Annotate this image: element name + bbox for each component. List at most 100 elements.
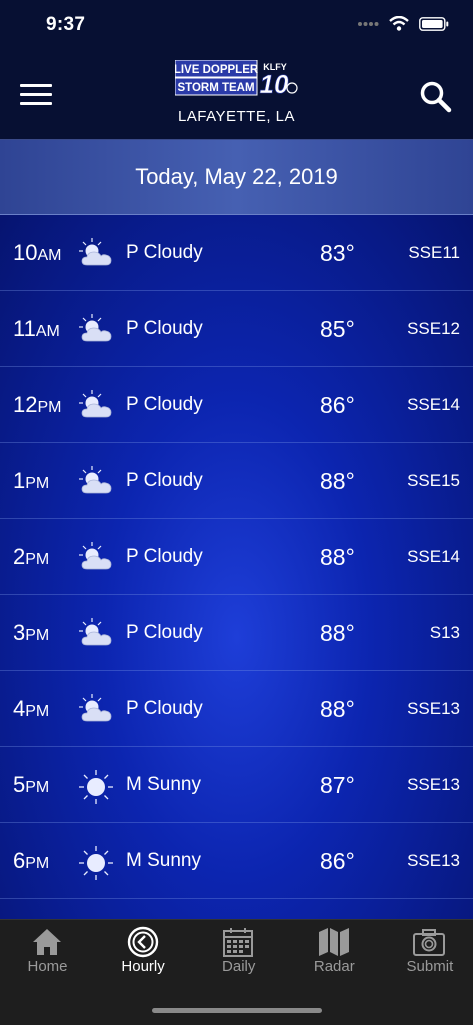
hour-ampm: PM	[25, 703, 50, 720]
tab-daily[interactable]: Daily	[191, 920, 286, 990]
hour-label: 3PM	[13, 620, 49, 646]
condition-label: P Cloudy	[126, 242, 203, 263]
wind-label: SSE14	[407, 547, 460, 566]
wind-label: SSE15	[407, 471, 460, 490]
clock-icon	[126, 926, 160, 958]
hourly-row[interactable]: 11AM P Cloudy 85° SSE12	[0, 291, 473, 367]
temperature: 88°	[320, 620, 355, 646]
menu-button[interactable]	[20, 84, 52, 108]
hour-label: 1PM	[13, 468, 49, 494]
hour-number: 5	[13, 772, 26, 797]
hour-ampm: AM	[37, 247, 62, 264]
partly-cloudy-icon	[78, 313, 114, 345]
hourly-row[interactable]: 4PM P Cloudy 88° SSE13	[0, 671, 473, 747]
wind-label: SSE13	[407, 775, 460, 794]
hour-number: 1	[13, 468, 26, 493]
hour-label: 2PM	[13, 544, 49, 570]
hourly-row[interactable]: 2PM P Cloudy 88° SSE14	[0, 519, 473, 595]
temperature: 88°	[320, 696, 355, 722]
hourly-row[interactable]: 12PM P Cloudy 86° SSE14	[0, 367, 473, 443]
tab-label: Submit	[406, 958, 454, 975]
partly-cloudy-icon	[78, 693, 114, 725]
wind-label: SSE13	[407, 851, 460, 870]
hour-number: 6	[13, 848, 26, 873]
hourly-row[interactable]: 5PM M Sunny 87° SSE13	[0, 747, 473, 823]
hourly-row[interactable]: 1PM P Cloudy 88° SSE15	[0, 443, 473, 519]
temperature: 88°	[320, 544, 355, 570]
date-header: Today, May 22, 2019	[0, 140, 473, 215]
hour-number: 12	[13, 392, 38, 417]
hamburger-icon-line	[20, 93, 52, 96]
camera-icon	[412, 926, 446, 958]
hour-number: 11	[13, 316, 36, 341]
station-logo: LIVE DOPPLER STORM TEAM KLFY 10	[175, 60, 298, 96]
search-icon	[420, 81, 452, 113]
condition-label: P Cloudy	[126, 394, 203, 415]
hour-ampm: PM	[37, 399, 62, 416]
temperature: 83°	[320, 240, 355, 266]
calendar-icon	[221, 926, 255, 958]
condition-label: P Cloudy	[126, 318, 203, 339]
condition-label: P Cloudy	[126, 546, 203, 567]
hour-number: 4	[13, 696, 26, 721]
condition-label: P Cloudy	[126, 622, 203, 643]
hour-label: 4PM	[13, 696, 49, 722]
temperature: 87°	[320, 772, 355, 798]
tab-label: Radar	[313, 958, 355, 975]
hour-ampm: PM	[25, 475, 50, 492]
location-label: LAFAYETTE, LA	[177, 108, 296, 125]
battery-icon	[419, 16, 449, 31]
search-button[interactable]	[419, 80, 453, 114]
map-icon	[317, 926, 351, 958]
hour-ampm: AM	[35, 323, 60, 340]
tab-label: Hourly	[121, 958, 165, 975]
partly-cloudy-icon	[78, 617, 114, 649]
hour-ampm: PM	[25, 627, 50, 644]
hour-label: 6PM	[13, 848, 49, 874]
signal-icon	[358, 21, 379, 26]
condition-label: P Cloudy	[126, 470, 203, 491]
tab-label: Daily	[222, 958, 256, 975]
hour-ampm: PM	[25, 551, 50, 568]
hamburger-icon	[20, 84, 52, 87]
tab-radar[interactable]: Radar	[287, 920, 382, 990]
logo-line1: LIVE DOPPLER	[175, 64, 259, 76]
hour-number: 10	[13, 240, 38, 265]
status-indicators	[357, 16, 449, 31]
partly-cloudy-icon	[78, 237, 114, 269]
logo-line2: STORM TEAM	[177, 82, 254, 94]
hour-label: 11AM	[13, 316, 60, 342]
hour-number: 2	[13, 544, 26, 569]
hourly-forecast-list[interactable]: 10AM P Cloudy 83° SSE11 11AM P Cloudy 85° SSE12…	[0, 215, 473, 919]
app-header: LIVE DOPPLER STORM TEAM KLFY 10 LAFAYETT…	[0, 48, 473, 140]
condition-label: P Cloudy	[126, 698, 203, 719]
sunny-icon	[78, 845, 114, 880]
hourly-row[interactable]: 10AM P Cloudy 83° SSE11	[0, 215, 473, 291]
tab-hourly[interactable]: Hourly	[96, 920, 191, 990]
temperature: 86°	[320, 848, 355, 874]
tab-submit[interactable]: Submit	[382, 920, 473, 990]
tab-label: Home	[27, 958, 68, 975]
home-icon	[30, 926, 64, 958]
status-time: 9:37	[46, 14, 86, 35]
partly-cloudy-icon	[78, 389, 114, 421]
hour-label: 5PM	[13, 772, 49, 798]
temperature: 86°	[320, 392, 355, 418]
hamburger-icon-line	[20, 102, 52, 105]
wifi-icon	[389, 16, 409, 31]
hour-ampm: PM	[25, 855, 50, 872]
partly-cloudy-icon	[78, 541, 114, 573]
hour-label: 10AM	[13, 240, 61, 266]
wind-label: S13	[429, 623, 460, 642]
hour-label: 12PM	[13, 392, 61, 418]
tab-home[interactable]: Home	[0, 920, 95, 990]
hour-ampm: PM	[25, 779, 50, 796]
hourly-row[interactable]: 3PM P Cloudy 88° S13	[0, 595, 473, 671]
wind-label: SSE12	[407, 319, 460, 338]
temperature: 85°	[320, 316, 355, 342]
partly-cloudy-icon	[78, 465, 114, 497]
hourly-row[interactable]: 6PM M Sunny 86° SSE13	[0, 823, 473, 899]
status-bar: 9:37	[0, 0, 473, 48]
sunny-icon	[78, 769, 114, 804]
home-indicator	[152, 1008, 322, 1013]
